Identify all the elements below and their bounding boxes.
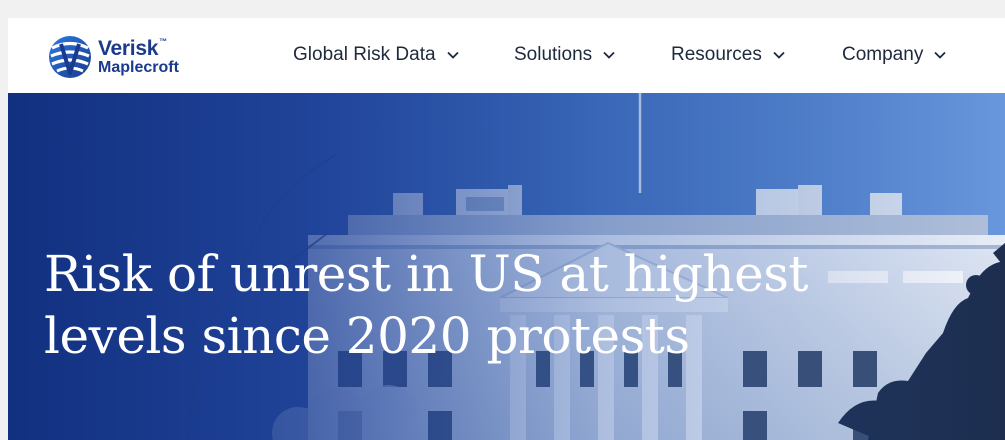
- nav-label: Resources: [671, 44, 762, 65]
- nav-resources[interactable]: Resources: [671, 44, 786, 66]
- hero-headline: Risk of unrest in US at highest levels s…: [44, 243, 944, 367]
- main-nav: Global Risk Data Solutions Resources Com…: [8, 18, 1005, 93]
- nav-company[interactable]: Company: [842, 44, 947, 66]
- nav-label: Solutions: [514, 44, 593, 65]
- nav-label: Company: [842, 44, 924, 65]
- nav-global-risk-data[interactable]: Global Risk Data: [293, 44, 460, 66]
- chevron-down-icon: [934, 51, 946, 59]
- nav-solutions[interactable]: Solutions: [514, 44, 616, 66]
- chevron-down-icon: [446, 51, 459, 59]
- hero-headline-line1: Risk of unrest in US at highest: [44, 245, 808, 303]
- hero-headline-line2: levels since 2020 protests: [44, 307, 690, 365]
- browser-page: Verisk™ Maplecroft Global Risk Data Solu…: [8, 18, 1005, 440]
- chevron-down-icon: [773, 51, 785, 59]
- hero-banner: Risk of unrest in US at highest levels s…: [8, 93, 1005, 440]
- nav-label: Global Risk Data: [293, 44, 436, 65]
- site-header: Verisk™ Maplecroft Global Risk Data Solu…: [8, 18, 1005, 93]
- chevron-down-icon: [603, 51, 615, 59]
